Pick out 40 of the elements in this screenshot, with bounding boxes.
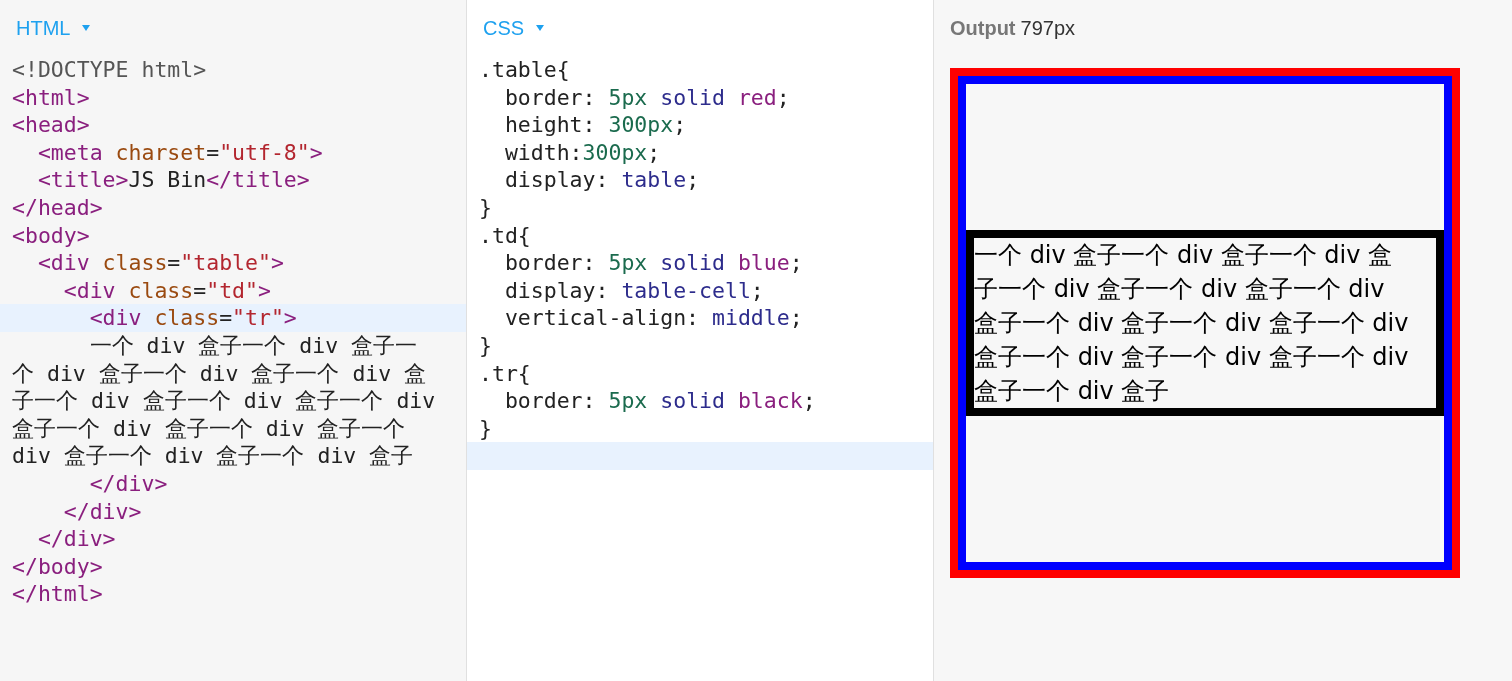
code-line: .td{ — [478, 221, 532, 250]
code-line: </html> — [11, 580, 104, 608]
code-line: <title>JS Bin</title> — [36, 166, 311, 194]
code-line: .table{ — [478, 56, 571, 84]
code-line: display: table-cell; — [503, 276, 765, 305]
panel-menu-button[interactable]: HTML — [12, 12, 95, 44]
code-line: <div class="td"> — [62, 276, 272, 305]
code-line: <head> — [11, 111, 91, 139]
code-line: .tr{ — [478, 359, 532, 388]
code-line: 盒子一个 div 盒子一个 div 盒子一个 — [11, 414, 407, 443]
caret-icon — [536, 25, 545, 31]
code-line: width:300px; — [503, 138, 662, 167]
code-line: } — [478, 193, 493, 222]
code-line: </head> — [11, 193, 104, 222]
code-line: display: table; — [503, 166, 701, 194]
preview-text: 一个 div 盒子一个 div 盒子一个 div 盒子一个 div 盒子一个 div 盒子一个 div 盒子一个 div 盒子一个 div 盒子一个 div 盒子一个 div 盒子一个 div 盒子一个 div 盒子一个 div 盒子 — [974, 240, 1410, 407]
code-line: </div> — [88, 469, 169, 498]
code-line: 一个 div 盒子一个 div 盒子一 — [88, 331, 419, 360]
code-line: vertical-align: middle; — [503, 304, 804, 332]
code-line: <div class="table"> — [36, 249, 285, 277]
code-line: </div> — [62, 497, 143, 526]
width-reading: 797px — [1020, 16, 1076, 40]
code-line: } — [478, 414, 493, 443]
code-line: <body> — [11, 221, 91, 250]
caret-icon — [82, 25, 91, 31]
code-line: border: 5px solid red; — [503, 83, 791, 112]
code-line: border: 5px solid blue; — [503, 249, 804, 277]
code-line: <html> — [11, 83, 91, 112]
code-line: <!DOCTYPE html> — [11, 56, 208, 84]
code-line: 子一个 div 盒子一个 div 盒子一个 div — [11, 387, 437, 415]
code-line: } — [478, 331, 493, 360]
code-line: height: 300px; — [503, 111, 688, 139]
panel-menu-button[interactable]: CSS — [479, 12, 549, 44]
code-line: <meta charset="utf-8"> — [36, 138, 324, 167]
code-line: </div> — [36, 525, 117, 553]
code-line: div 盒子一个 div 盒子一个 div 盒子 — [11, 442, 415, 470]
code-line: border: 5px solid black; — [503, 387, 817, 415]
output-label: Output — [950, 16, 1016, 40]
code-line: 个 div 盒子一个 div 盒子一个 div 盒 — [11, 359, 428, 388]
code-line: </body> — [11, 552, 104, 581]
